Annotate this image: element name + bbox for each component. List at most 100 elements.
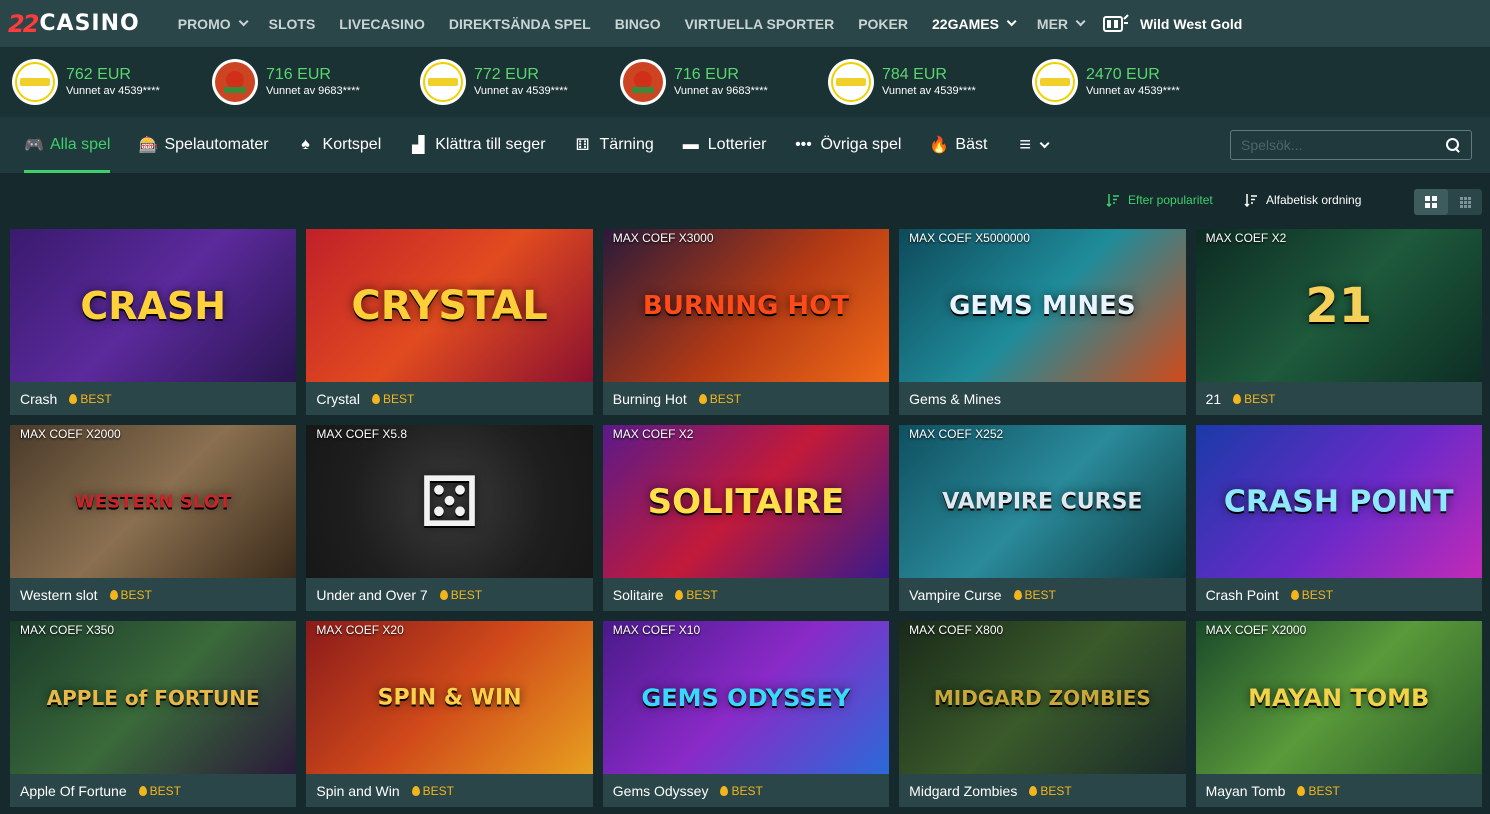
nav-item-bingo[interactable]: BINGO	[615, 16, 661, 32]
winner-user: Vunnet av 4539****	[1086, 85, 1180, 97]
game-card[interactable]: MAX COEF X5000000 GEMS MINES Gems & Mines	[899, 229, 1186, 415]
game-card[interactable]: MAX COEF X252 VAMPIRE CURSE Vampire Curse B…	[899, 425, 1186, 611]
game-thumbnail[interactable]: CRYSTAL	[306, 229, 593, 382]
winner-amount: 716 EUR	[674, 66, 739, 83]
category-tab-5[interactable]: ⚅ Tärning	[574, 117, 654, 173]
promo-game-link[interactable]: Wild West Gold	[1102, 13, 1242, 35]
winner-info: 762 EUR Vunnet av 4539****	[66, 66, 160, 98]
game-card[interactable]: CRASH POINT Crash Point BEST	[1195, 425, 1482, 611]
search-icon[interactable]	[1445, 137, 1461, 153]
game-thumbnail[interactable]: MAX COEF X2000 WESTERN SLOT	[10, 425, 297, 578]
nav-item-slots[interactable]: SLOTS	[269, 16, 316, 32]
game-card[interactable]: MAX COEF X350 APPLE of FORTUNE Apple Of Fo…	[10, 621, 297, 807]
game-footer: Spin and Win BEST	[306, 774, 592, 807]
grid-large-icon	[1425, 196, 1437, 208]
nav-item-22games[interactable]: 22GAMES	[932, 16, 1017, 32]
game-card[interactable]: MAX COEF X2000 MAYAN TOMB Mayan Tomb BEST	[1195, 621, 1482, 807]
winner-user: Vunnet av 4539****	[882, 85, 976, 97]
best-badge: BEST	[720, 784, 763, 798]
best-label: BEST	[1024, 587, 1056, 602]
sort-alphabetical[interactable]: Alfabetisk ordning	[1244, 193, 1361, 208]
menu-icon: ≡	[1019, 133, 1032, 156]
nav-item-promo[interactable]: PROMO	[177, 15, 249, 32]
game-card[interactable]: MAX COEF X2 SOLITAIRE Solitaire BEST	[602, 425, 890, 611]
wild-west-gold-avatar	[212, 59, 258, 105]
category-label: Spelautomater	[164, 136, 269, 153]
winner-item[interactable]: 762 EUR Vunnet av 4539****	[12, 59, 216, 105]
game-card[interactable]: MAX COEF X5.8 ⚄ Under and Over 7 BEST	[306, 425, 593, 611]
grid-small-icon	[1459, 196, 1471, 208]
sort-popularity[interactable]: Efter popularitet	[1106, 193, 1213, 208]
winner-item[interactable]: 2470 EUR Vunnet av 4539****	[1032, 59, 1236, 105]
category-tab-1[interactable]: 🎮 Alla spel	[24, 117, 111, 173]
site-logo[interactable]: 22 CASINO	[8, 10, 140, 38]
small-grid-button[interactable]	[1448, 189, 1482, 215]
nav-item-livecasino[interactable]: LIVECASINO	[339, 16, 425, 32]
fire-icon: 🔥	[929, 137, 950, 154]
best-badge: BEST	[675, 588, 718, 602]
max-coef-label: MAX COEF X252	[909, 427, 1004, 441]
winner-amount: 2470 EUR	[1086, 66, 1160, 83]
category-tab-4[interactable]: ▟ Klättra till seger	[409, 117, 545, 173]
game-thumbnail[interactable]: MAX COEF X5000000 GEMS MINES	[899, 229, 1186, 382]
category-tab-6[interactable]: ▬ Lotterier	[682, 117, 767, 173]
game-card[interactable]: CRASH Crash BEST	[10, 229, 297, 415]
stairs-icon: ▟	[412, 137, 425, 154]
game-card[interactable]: MAX COEF X2 21 21 BEST	[1195, 229, 1482, 415]
game-thumbnail[interactable]: MAX COEF X10 GEMS ODYSSEY	[602, 621, 890, 774]
winner-user: Vunnet av 4539****	[474, 85, 568, 97]
nav-item-label: PROMO	[177, 15, 231, 32]
winner-item[interactable]: 772 EUR Vunnet av 4539****	[420, 59, 624, 105]
category-tab-7[interactable]: ••• Övriga spel	[794, 117, 901, 173]
winner-item[interactable]: 716 EUR Vunnet av 9683****	[212, 59, 420, 105]
nav-item-poker[interactable]: POKER	[858, 16, 908, 32]
wild-west-gold-avatar	[620, 59, 666, 105]
game-thumbnail[interactable]: CRASH	[10, 229, 297, 382]
game-thumbnail[interactable]: MAX COEF X2000 MAYAN TOMB	[1195, 621, 1482, 774]
game-name: Crash Point	[1205, 586, 1279, 603]
game-thumbnail[interactable]: MAX COEF X5.8 ⚄	[306, 425, 593, 578]
crash-game-avatar	[828, 59, 874, 105]
game-footer: Crash BEST	[10, 382, 296, 415]
max-coef-label: MAX COEF X800	[909, 623, 1004, 637]
game-art-title: CRASH POINT	[1223, 484, 1454, 519]
view-toggle	[1414, 189, 1482, 215]
game-name: Spin and Win	[316, 782, 400, 799]
fire-icon	[720, 785, 729, 796]
max-coef-label: MAX COEF X2000	[20, 427, 121, 441]
nav-item-mer[interactable]: MER	[1037, 16, 1086, 32]
more-categories-button[interactable]: ≡	[1019, 117, 1050, 173]
winner-amount: 784 EUR	[882, 66, 947, 83]
game-card[interactable]: CRYSTAL Crystal BEST	[306, 229, 593, 415]
game-footer: Midgard Zombies BEST	[899, 774, 1185, 807]
game-footer: Apple Of Fortune BEST	[10, 774, 296, 807]
max-coef-label: MAX COEF X350	[20, 623, 115, 637]
game-card[interactable]: MAX COEF X3000 BURNING HOT Burning Hot BEST	[602, 229, 890, 415]
game-card[interactable]: MAX COEF X2000 WESTERN SLOT Western slot BE…	[10, 425, 297, 611]
category-tab-3[interactable]: ♠ Kortspel	[297, 117, 381, 173]
game-thumbnail[interactable]: MAX COEF X2 21	[1195, 229, 1482, 382]
winner-item[interactable]: 784 EUR Vunnet av 4539****	[828, 59, 1032, 105]
game-thumbnail[interactable]: MAX COEF X20 SPIN & WIN	[306, 621, 593, 774]
game-thumbnail[interactable]: MAX COEF X350 APPLE of FORTUNE	[10, 621, 297, 774]
game-card[interactable]: MAX COEF X10 GEMS ODYSSEY Gems Odyssey BEST	[602, 621, 890, 807]
nav-item-label: VIRTUELLA SPORTER	[684, 15, 835, 32]
category-tab-2[interactable]: 🎰 Spelautomater	[138, 117, 268, 173]
game-thumbnail[interactable]: MAX COEF X252 VAMPIRE CURSE	[899, 425, 1186, 578]
game-card[interactable]: MAX COEF X800 MIDGARD ZOMBIES Midgard Zomb…	[899, 621, 1186, 807]
search-input[interactable]	[1241, 137, 1445, 153]
game-thumbnail[interactable]: MAX COEF X2 SOLITAIRE	[602, 425, 890, 578]
max-coef-label: MAX COEF X2000	[1205, 623, 1307, 637]
large-grid-button[interactable]	[1414, 189, 1448, 215]
best-badge: BEST	[371, 392, 414, 406]
nav-item-direkts-nda-spel[interactable]: DIREKTSÄNDA SPEL	[449, 16, 591, 32]
best-label: BEST	[422, 783, 455, 798]
nav-item-virtuella-sporter[interactable]: VIRTUELLA SPORTER	[685, 16, 835, 32]
game-card[interactable]: MAX COEF X20 SPIN & WIN Spin and Win BEST	[306, 621, 593, 807]
category-tab-8[interactable]: 🔥 Bäst	[929, 117, 987, 173]
winner-item[interactable]: 716 EUR Vunnet av 9683****	[620, 59, 828, 105]
game-thumbnail[interactable]: MAX COEF X3000 BURNING HOT	[602, 229, 890, 382]
game-thumbnail[interactable]: CRASH POINT	[1195, 425, 1482, 578]
game-thumbnail[interactable]: MAX COEF X800 MIDGARD ZOMBIES	[899, 621, 1186, 774]
nav-item-label: BINGO	[614, 15, 661, 32]
